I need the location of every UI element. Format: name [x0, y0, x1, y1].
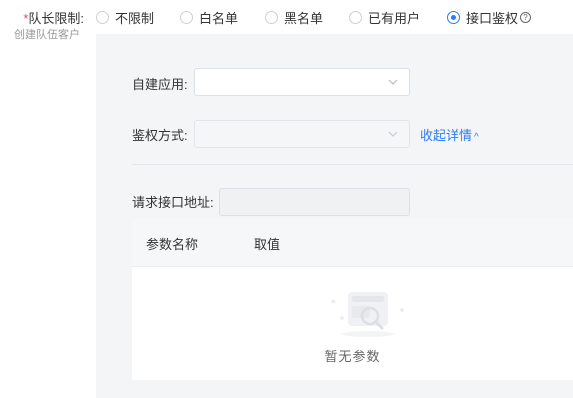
app-field-label: 自建应用: [132, 77, 188, 92]
auth-method-select[interactable] [194, 120, 410, 148]
team-limit-label: *队长限制: [0, 8, 84, 27]
team-limit-label-text: 队长限制: [28, 11, 84, 26]
radio-label: 已有用户 [368, 11, 421, 26]
radio-whitelist[interactable]: 白名单 [180, 8, 238, 27]
radio-unlimited[interactable]: 不限制 [96, 8, 154, 27]
collapse-details-text: 收起详情 [420, 128, 473, 143]
radio-api-auth[interactable]: 接口鉴权 ? [447, 8, 532, 27]
params-table-header: 参数名称 取值 [132, 218, 573, 267]
radio-circle[interactable] [180, 11, 193, 24]
radio-circle[interactable] [96, 11, 109, 24]
radio-circle[interactable] [349, 11, 362, 24]
column-header-param-name: 参数名称 [146, 237, 199, 252]
chevron-down-icon [388, 131, 398, 137]
chevron-up-icon: ^ [474, 132, 479, 143]
radio-label: 不限制 [115, 11, 155, 26]
empty-state-text: 暂无参数 [324, 349, 381, 364]
radio-blacklist[interactable]: 黑名单 [265, 8, 323, 27]
auth-method-label: 鉴权方式: [132, 128, 188, 143]
params-table: 参数名称 取值 暂无参数 [132, 218, 573, 380]
radio-existing-users[interactable]: 已有用户 [349, 8, 420, 27]
team-limit-sublabel: 创建队伍客户 [14, 29, 80, 41]
radio-circle[interactable] [265, 11, 278, 24]
collapse-details-link[interactable]: 收起详情 ^ [420, 125, 479, 144]
request-url-label: 请求接口地址: [132, 195, 214, 210]
column-header-value: 取值 [254, 237, 281, 252]
radio-label: 白名单 [199, 11, 239, 26]
api-auth-config-panel: 自建应用: 鉴权方式: 收起详情 ^ 请求接口地址: 参数名称 取值 暂无参数 [96, 34, 573, 398]
empty-data-icon [331, 292, 404, 337]
radio-circle-checked[interactable] [447, 11, 460, 24]
question-circle-icon[interactable]: ? [520, 12, 532, 23]
chevron-down-icon [388, 79, 398, 85]
section-divider [132, 164, 573, 165]
radio-label: 接口鉴权 [466, 11, 519, 26]
app-select[interactable] [194, 68, 410, 96]
radio-label: 黑名单 [284, 11, 324, 26]
request-url-input[interactable] [219, 188, 410, 216]
